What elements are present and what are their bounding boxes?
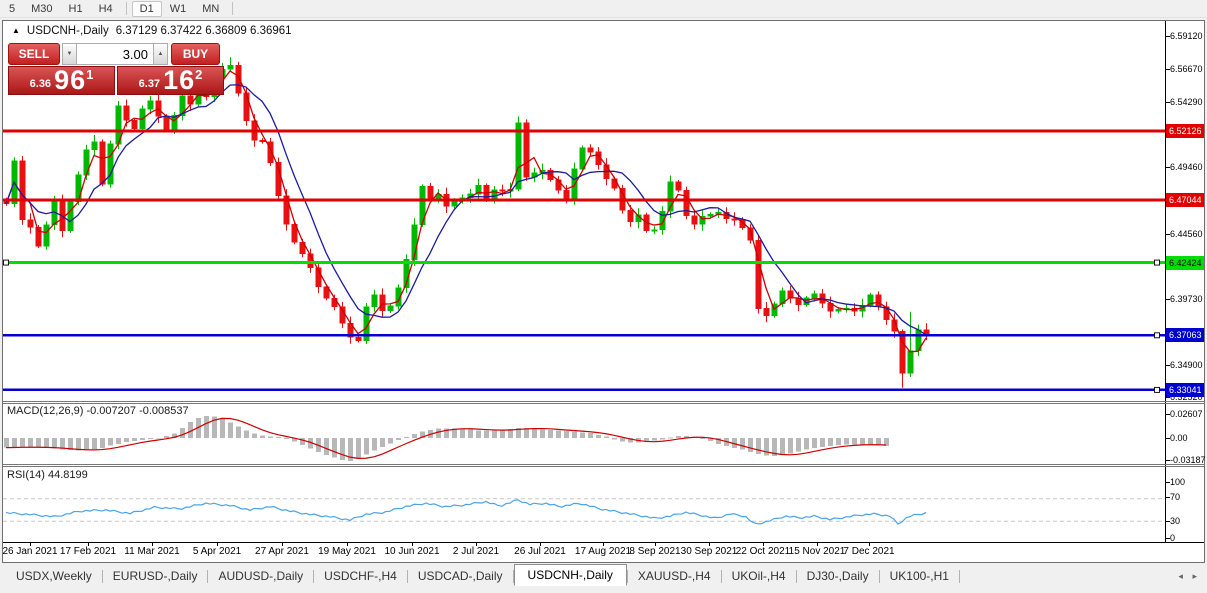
tab-uk100-h1[interactable]: UK100-,H1 — [880, 566, 959, 586]
line-selection-handle — [1155, 260, 1160, 265]
collapse-panel-icon[interactable]: ▲ — [12, 26, 20, 36]
chart-tab-bar: USDX,WeeklyEURUSD-,DailyAUDUSD-,DailyUSD… — [0, 563, 1207, 589]
line-selection-handle — [1155, 387, 1160, 392]
timeframe-button-5[interactable]: 5 — [1, 1, 23, 17]
macd-pane — [4, 416, 889, 461]
toolbar-separator — [126, 2, 127, 15]
tab-eurusd-daily[interactable]: EURUSD-,Daily — [103, 566, 208, 586]
line-selection-handle — [1155, 333, 1160, 338]
level-price-label: 6.42424 — [1166, 256, 1204, 270]
tab-usdcnh-daily[interactable]: USDCNH-,Daily — [514, 564, 627, 586]
tab-usdcad-daily[interactable]: USDCAD-,Daily — [408, 566, 513, 586]
chart-canvas[interactable] — [3, 21, 1204, 562]
price-tick-label: 6.39730 — [1170, 294, 1205, 304]
price-tick-label: 6.44560 — [1170, 229, 1205, 239]
volume-input[interactable] — [77, 43, 153, 65]
date-axis-label: 2 Jul 2021 — [441, 546, 511, 557]
price-tick-label: 6.54290 — [1170, 97, 1205, 107]
tab-usdchf-h4[interactable]: USDCHF-,H4 — [314, 566, 407, 586]
date-axis-label: 17 Feb 2021 — [53, 546, 123, 557]
trading-terminal: 5M30H1H4 D1W1MN ▲ USDCNH-,Daily 6.37129 6… — [0, 0, 1207, 593]
level-lines — [3, 131, 1165, 392]
rsi-tick-label: 70 — [1170, 492, 1205, 502]
timeframe-button-d1[interactable]: D1 — [132, 1, 162, 17]
buy-price-big-digits: 16 — [163, 68, 195, 93]
tab-ukoil-h4[interactable]: UKOil-,H4 — [722, 566, 796, 586]
macd-tick-label: -0.03187 — [1170, 455, 1205, 465]
buy-button[interactable]: BUY — [171, 43, 220, 65]
tab-scroll-left-icon[interactable]: ◂ — [1178, 571, 1183, 581]
rsi-pane — [3, 499, 1165, 524]
tab-xauusd-h4[interactable]: XAUUSD-,H4 — [628, 566, 721, 586]
tab-scroll-arrows: ◂ ▸ — [1171, 571, 1197, 582]
tab-dj30-daily[interactable]: DJ30-,Daily — [797, 566, 879, 586]
trade-buttons-row: SELL ▼ ▲ BUY — [8, 43, 224, 65]
date-axis-label: 27 Apr 2021 — [247, 546, 317, 557]
date-axis-label: 19 May 2021 — [312, 546, 382, 557]
chart-client-area: ▲ USDCNH-,Daily 6.37129 6.37422 6.36809 … — [3, 21, 1204, 562]
tab-separator — [959, 570, 960, 583]
date-axis-label: 26 Jul 2021 — [505, 546, 575, 557]
level-price-label: 6.37063 — [1166, 328, 1204, 342]
volume-increase-button[interactable]: ▲ — [153, 43, 168, 65]
candles-layer — [4, 57, 929, 387]
tab-audusd-daily[interactable]: AUDUSD-,Daily — [208, 566, 313, 586]
rsi-tick-label: 0 — [1170, 533, 1205, 543]
buy-price-pip-digit: 2 — [195, 67, 202, 82]
trade-prices-row: 6.36 96 1 6.37 16 2 — [8, 66, 224, 95]
timeframe-button-h1[interactable]: H1 — [61, 1, 91, 17]
timeframe-button-h4[interactable]: H4 — [91, 1, 121, 17]
price-tick-label: 6.56670 — [1170, 64, 1205, 74]
sell-price-prefix: 6.36 — [30, 78, 51, 90]
sell-price-box[interactable]: 6.36 96 1 — [8, 66, 115, 95]
level-price-label: 6.33041 — [1166, 383, 1204, 397]
toolbar-separator — [232, 2, 233, 15]
price-tick-label: 6.49460 — [1170, 162, 1205, 172]
level-price-label: 6.47044 — [1166, 193, 1204, 207]
date-axis-label: 11 Mar 2021 — [117, 546, 187, 557]
date-axis-label: 7 Dec 2021 — [834, 546, 904, 557]
price-tick-label: 6.34900 — [1170, 360, 1205, 370]
level-price-label: 6.52126 — [1166, 124, 1204, 138]
timeframe-button-mn[interactable]: MN — [194, 1, 227, 17]
chart-window: ▲ USDCNH-,Daily 6.37129 6.37422 6.36809 … — [2, 20, 1205, 563]
tab-scroll-right-icon[interactable]: ▸ — [1192, 571, 1197, 581]
sell-button[interactable]: SELL — [8, 43, 60, 65]
sell-price-big-digits: 96 — [54, 68, 86, 93]
line-selection-handle — [4, 260, 9, 265]
timeframe-button-w1[interactable]: W1 — [162, 1, 195, 17]
date-axis-label: 10 Jun 2021 — [377, 546, 447, 557]
timeframe-toolbar: 5M30H1H4 D1W1MN — [0, 0, 1207, 18]
macd-indicator-label: MACD(12,26,9) -0.007207 -0.008537 — [7, 405, 189, 417]
volume-decrease-button[interactable]: ▼ — [62, 43, 77, 65]
sell-price-pip-digit: 1 — [86, 67, 93, 82]
rsi-tick-label: 100 — [1170, 477, 1205, 487]
macd-tick-label: 0.00 — [1170, 433, 1205, 443]
one-click-trade-panel: SELL ▼ ▲ BUY 6.36 96 1 6.37 16 2 — [8, 43, 224, 95]
macd-tick-label: 0.02607 — [1170, 409, 1205, 419]
date-axis-label: 5 Apr 2021 — [182, 546, 252, 557]
macd-signal-line — [6, 418, 886, 458]
timeframe-button-m30[interactable]: M30 — [23, 1, 60, 17]
buy-price-box[interactable]: 6.37 16 2 — [117, 66, 224, 95]
rsi-indicator-label: RSI(14) 44.8199 — [7, 469, 88, 481]
chart-title-bar: ▲ USDCNH-,Daily 6.37129 6.37422 6.36809 … — [12, 25, 292, 37]
rsi-tick-label: 30 — [1170, 516, 1205, 526]
chart-ohlc-values: 6.37129 6.37422 6.36809 6.36961 — [116, 25, 292, 37]
price-tick-label: 6.59120 — [1170, 31, 1205, 41]
buy-price-prefix: 6.37 — [139, 78, 160, 90]
rsi-line — [6, 500, 926, 524]
tab-usdx-weekly[interactable]: USDX,Weekly — [6, 566, 102, 586]
chart-symbol-label: USDCNH-,Daily — [27, 25, 109, 37]
